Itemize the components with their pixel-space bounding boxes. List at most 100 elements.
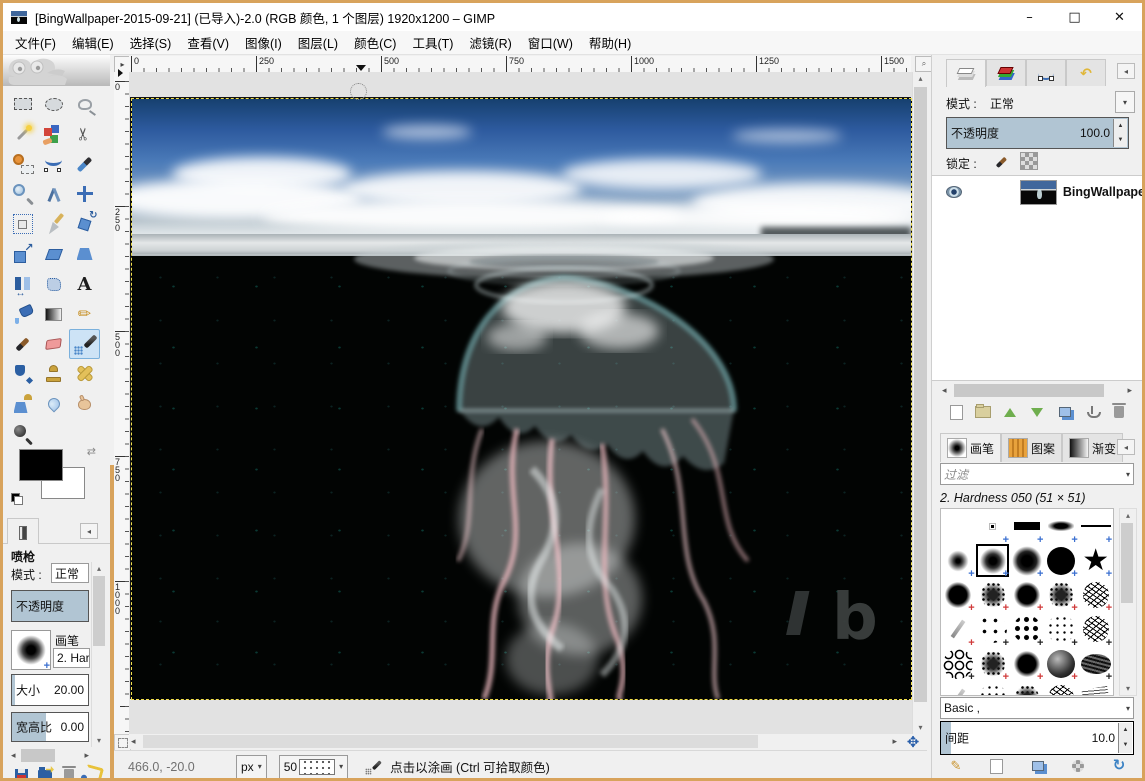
tool-smudge[interactable] <box>69 389 100 419</box>
tab-tool-options[interactable] <box>7 518 39 544</box>
brush-swatch[interactable] <box>942 613 975 646</box>
tool-color-picker[interactable] <box>69 149 100 179</box>
tool-scale[interactable] <box>7 239 38 269</box>
horizontal-ruler[interactable]: 0250500750100012501500 <box>129 56 911 73</box>
brush-swatch[interactable] <box>1079 682 1112 696</box>
spin-up-icon[interactable]: ▲ <box>1114 119 1127 133</box>
brush-swatch[interactable] <box>976 647 1009 680</box>
tool-flip[interactable] <box>7 269 38 299</box>
menu-colors[interactable]: 颜色(C) <box>346 30 404 55</box>
opacity-slider[interactable]: 不透明度 <box>11 590 89 622</box>
tool-ink[interactable] <box>7 359 38 389</box>
navigation-button[interactable]: ✥ <box>900 734 926 750</box>
layer-list-hscrollbar[interactable]: ◂ ▸ <box>940 383 1134 398</box>
brush-swatch[interactable] <box>1079 613 1112 646</box>
brush-filter-input[interactable]: 过滤 ▾ <box>940 463 1134 485</box>
brush-swatch[interactable] <box>976 578 1009 611</box>
brush-swatch[interactable] <box>1045 544 1078 577</box>
brush-swatch[interactable] <box>1010 682 1043 696</box>
foreground-color-swatch[interactable] <box>19 449 63 481</box>
tool-clone[interactable] <box>38 359 69 389</box>
spin-down-icon[interactable]: ▼ <box>1119 738 1132 753</box>
tab-channels[interactable] <box>986 59 1026 86</box>
lower-layer-button[interactable] <box>1027 403 1047 421</box>
menu-help[interactable]: 帮助(H) <box>581 30 639 55</box>
spacing-slider[interactable]: 间距 10.0 ▲▼ <box>940 721 1134 755</box>
scroll-up-icon[interactable]: ▴ <box>1120 509 1136 522</box>
scroll-right-icon[interactable]: ▸ <box>892 735 897 748</box>
brush-swatch[interactable] <box>1010 544 1043 577</box>
brush-swatch[interactable] <box>1010 613 1043 646</box>
tool-eraser[interactable] <box>38 329 69 359</box>
spin-up-icon[interactable]: ▲ <box>1119 723 1132 738</box>
raise-layer-button[interactable] <box>1000 403 1020 421</box>
tool-paintbrush[interactable] <box>7 329 38 359</box>
spin-down-icon[interactable]: ▼ <box>1114 133 1127 147</box>
tool-move[interactable] <box>69 179 100 209</box>
brush-swatch[interactable] <box>1010 578 1043 611</box>
brush-swatch[interactable] <box>1079 510 1112 543</box>
tool-foreground-select[interactable] <box>7 149 38 179</box>
tool-paths[interactable] <box>38 149 69 179</box>
tool-shear[interactable] <box>38 239 69 269</box>
layer-mode-select[interactable]: ▾ <box>1115 91 1135 113</box>
tab-layers[interactable] <box>946 59 986 87</box>
tab-patterns[interactable]: 图案 <box>1001 433 1062 462</box>
brush-swatch[interactable] <box>1079 544 1112 577</box>
new-layer-button[interactable] <box>946 403 966 421</box>
tool-pencil[interactable] <box>69 299 100 329</box>
brush-swatch[interactable] <box>942 510 975 543</box>
collapse-left-dock-button[interactable]: ◂ <box>80 523 98 539</box>
paint-mode-select[interactable]: 正常 <box>51 563 89 583</box>
tab-gradients[interactable]: 渐变 <box>1062 433 1123 462</box>
brush-swatch[interactable] <box>1045 647 1078 680</box>
delete-options-button[interactable] <box>59 766 79 781</box>
delete-layer-button[interactable] <box>1109 403 1129 421</box>
refresh-brushes-button[interactable]: ↻ <box>1109 757 1129 775</box>
tool-select-by-color[interactable] <box>38 119 69 149</box>
layer-thumbnail[interactable] <box>1020 180 1057 205</box>
scroll-down-icon[interactable]: ▾ <box>1120 682 1136 695</box>
brush-swatch-selected[interactable] <box>976 544 1009 577</box>
brush-swatch[interactable] <box>942 578 975 611</box>
tool-heal[interactable] <box>69 359 100 389</box>
save-options-button[interactable] <box>11 766 31 781</box>
vertical-ruler[interactable]: 02 5 05 0 07 5 01 0 0 0 <box>114 72 130 734</box>
brush-swatch[interactable] <box>976 510 1009 543</box>
vscrollbar-thumb[interactable] <box>914 87 927 702</box>
menu-edit[interactable]: 编辑(E) <box>64 30 122 55</box>
brush-swatch[interactable] <box>942 682 975 696</box>
brush-swatch[interactable] <box>1045 510 1078 543</box>
brush-swatch[interactable] <box>942 647 975 680</box>
menu-file[interactable]: 文件(F) <box>7 30 64 55</box>
brush-swatch[interactable] <box>976 613 1009 646</box>
scroll-left-icon[interactable]: ◂ <box>131 735 136 748</box>
hscrollbar-thumb[interactable] <box>143 735 758 748</box>
zoom-select[interactable]: 50 ▾ <box>279 755 348 779</box>
brush-swatch[interactable] <box>942 544 975 577</box>
brush-swatch[interactable] <box>1010 510 1043 543</box>
hscrollbar-thumb[interactable] <box>954 384 1104 397</box>
menu-tools[interactable]: 工具(T) <box>404 30 461 55</box>
new-brush-button[interactable] <box>987 757 1007 775</box>
tool-free-select[interactable] <box>69 89 100 119</box>
brush-swatch[interactable] <box>1079 647 1112 680</box>
swap-colors-icon[interactable]: ⇄ <box>87 445 96 458</box>
title-bar[interactable]: [BingWallpaper-2015-09-21] (已导入)-2.0 (RG… <box>3 3 1142 31</box>
tool-text[interactable] <box>69 269 100 299</box>
tool-measure[interactable] <box>38 179 69 209</box>
tool-bucket-fill[interactable] <box>7 299 38 329</box>
brush-select[interactable]: 2. Hard <box>53 648 90 668</box>
tool-perspective-clone[interactable] <box>7 389 38 419</box>
tool-zoom[interactable] <box>7 179 38 209</box>
tool-gradient[interactable] <box>38 299 69 329</box>
scrollbar-thumb[interactable] <box>1121 523 1133 603</box>
opacity-spinner[interactable]: ▲▼ <box>1113 119 1127 147</box>
collapse-right-dock-button[interactable]: ◂ <box>1117 63 1135 79</box>
layer-opacity-slider[interactable]: 不透明度 100.0 ▲▼ <box>946 117 1129 149</box>
duplicate-brush-button[interactable] <box>1028 757 1048 775</box>
canvas-image[interactable]: b <box>131 98 912 700</box>
tool-ellipse-select[interactable] <box>38 89 69 119</box>
collapse-brushes-button[interactable]: ◂ <box>1117 439 1135 455</box>
lock-pixels-icon[interactable] <box>991 152 1012 173</box>
